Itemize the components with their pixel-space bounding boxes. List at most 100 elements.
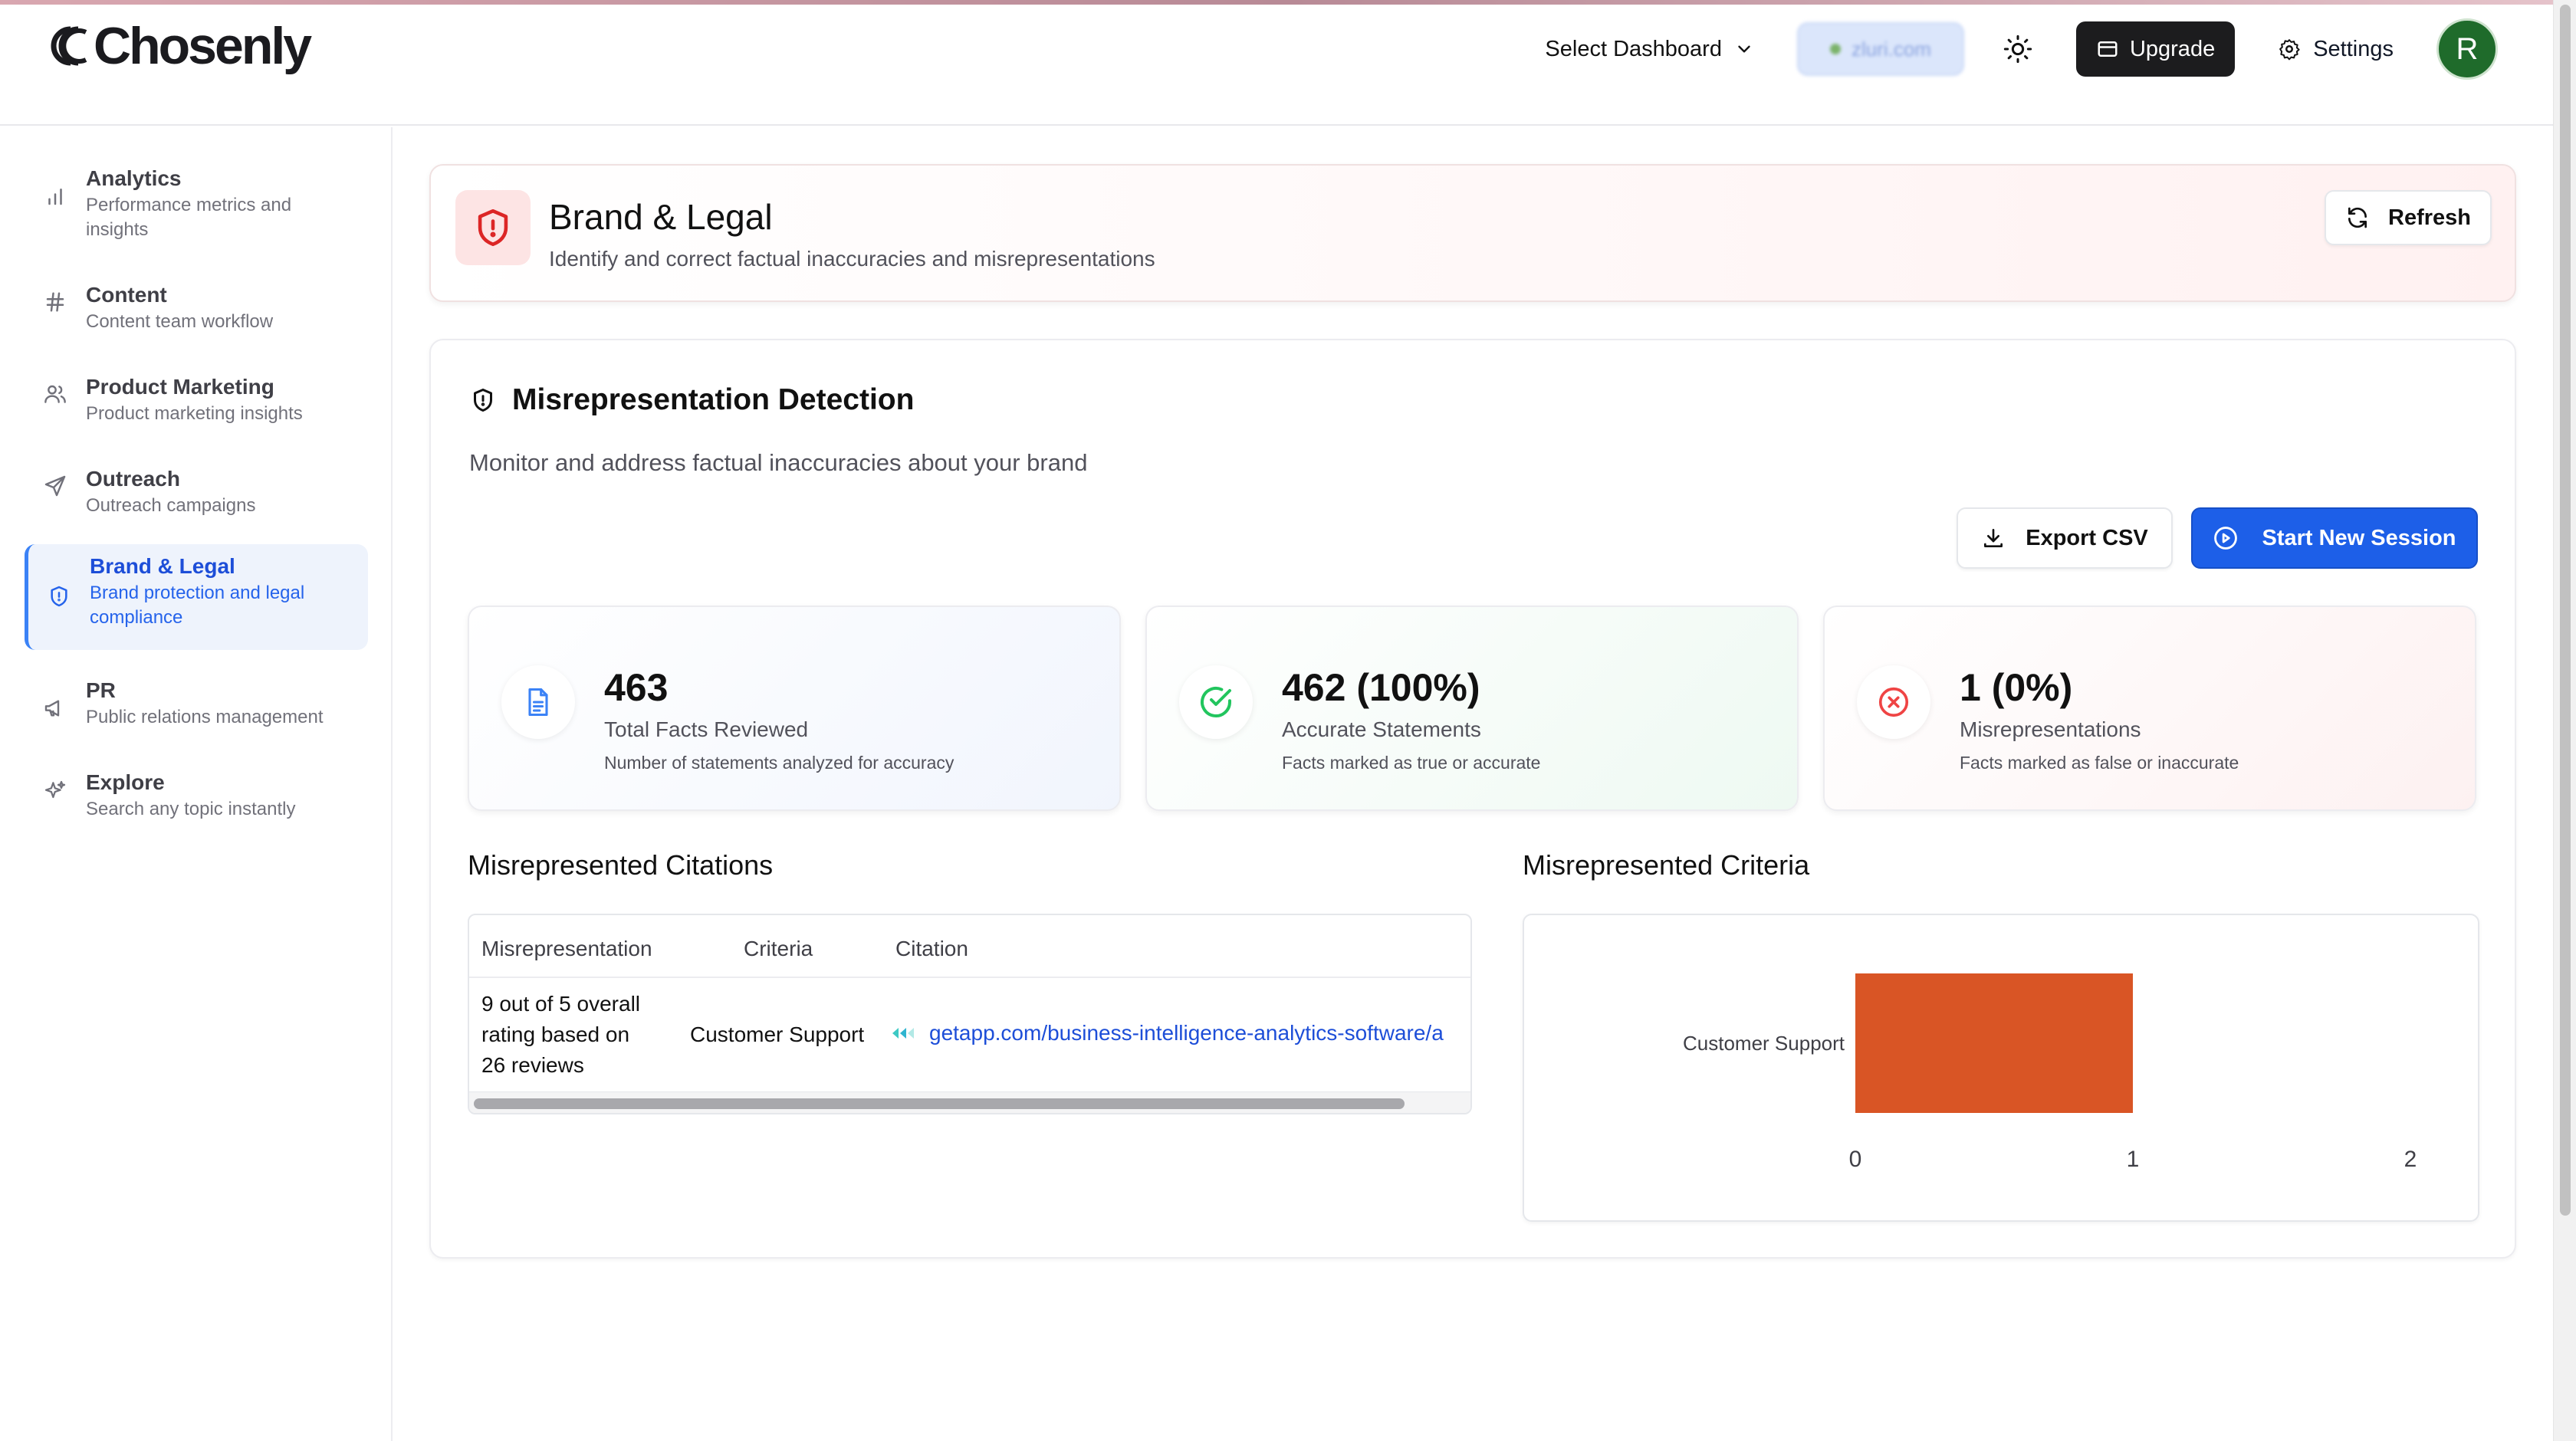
sidebar-item-title: Product Marketing xyxy=(86,375,274,399)
sidebar-item-analytics[interactable]: Analytics Performance metrics and insight… xyxy=(25,156,368,250)
upgrade-button[interactable]: Upgrade xyxy=(2075,21,2236,77)
refresh-label: Refresh xyxy=(2388,205,2471,230)
stat-description: Number of statements analyzed for accura… xyxy=(604,753,955,773)
stat-card-accurate: 462 (100%) Accurate Statements Facts mar… xyxy=(1145,606,1799,811)
criteria-chart: Customer Support 0 1 2 xyxy=(1523,914,2479,1222)
cell-line: 9 out of 5 overall xyxy=(481,992,641,1016)
megaphone-icon xyxy=(40,693,71,724)
refresh-button[interactable]: Refresh xyxy=(2325,190,2492,245)
sidebar-item-title: Outreach xyxy=(86,467,180,491)
app-header: Chosenly Select Dashboard zluri.com Upgr… xyxy=(0,5,2553,126)
shield-icon xyxy=(474,389,492,412)
stat-card-misrepresentations: 1 (0%) Misrepresentations Facts marked a… xyxy=(1823,606,2476,811)
horizontal-scrollbar[interactable] xyxy=(469,1091,1470,1113)
stat-value: 463 xyxy=(604,666,669,709)
chart-bar[interactable] xyxy=(1855,973,2133,1113)
stat-label: Accurate Statements xyxy=(1282,717,1481,741)
play-circle-icon xyxy=(2214,527,2238,550)
upgrade-label: Upgrade xyxy=(2129,36,2216,61)
x-circle-icon xyxy=(1857,665,1930,739)
chart-tick-label: 0 xyxy=(1849,1147,1862,1172)
sidebar-item-subtitle: Content team workflow xyxy=(86,311,274,332)
start-new-session-button[interactable]: Start New Session xyxy=(2191,507,2478,569)
sidebar-item-title: Explore xyxy=(86,770,165,794)
page-subtitle: Identify and correct factual inaccuracie… xyxy=(549,247,1155,271)
getapp-favicon-icon xyxy=(892,1028,914,1039)
misrepresentation-detection-card: Misrepresentation Detection Monitor and … xyxy=(429,339,2516,1259)
criteria-chart-svg: Customer Support 0 1 2 xyxy=(1683,973,2417,1172)
sidebar-item-subtitle: Brand protection and legal compliance xyxy=(90,583,305,628)
sidebar-item-product-marketing[interactable]: Product Marketing Product marketing insig… xyxy=(25,365,368,434)
export-csv-button[interactable]: Export CSV xyxy=(1957,507,2173,569)
sidebar-item-title: Brand & Legal xyxy=(90,554,235,578)
stat-label: Total Facts Reviewed xyxy=(604,717,809,741)
send-icon xyxy=(40,471,71,501)
stat-description: Facts marked as false or inaccurate xyxy=(1960,753,2239,773)
settings-button[interactable]: Settings xyxy=(2278,37,2394,62)
logo-text: Chosenly xyxy=(94,17,312,75)
sidebar: Analytics Performance metrics and insight… xyxy=(0,127,393,1441)
header-actions: Select Dashboard zluri.com Upgrade Setti… xyxy=(1545,17,2498,81)
check-circle-icon xyxy=(1179,665,1253,739)
stat-label: Misrepresentations xyxy=(1960,717,2141,741)
sparkles-icon xyxy=(40,776,71,806)
sidebar-item-subtitle: Public relations management xyxy=(86,707,324,727)
criteria-cell: Customer Support xyxy=(690,1022,865,1046)
cell-line: rating based on xyxy=(481,1022,630,1046)
column-header-misrepresentation[interactable]: Misrepresentation xyxy=(481,937,652,961)
stat-card-total-facts: 463 Total Facts Reviewed Number of state… xyxy=(468,606,1121,811)
bar-chart-icon xyxy=(40,181,71,212)
sidebar-item-subtitle: Search any topic instantly xyxy=(86,799,296,819)
chevron-down-icon xyxy=(1738,45,1750,53)
section-subtitle: Monitor and address factual inaccuracies… xyxy=(469,449,1088,476)
app-logo[interactable]: Chosenly xyxy=(48,15,312,77)
download-icon xyxy=(1984,529,2003,547)
select-dashboard-dropdown[interactable]: Select Dashboard xyxy=(1545,37,1754,62)
settings-label: Settings xyxy=(2313,36,2394,61)
stat-description: Facts marked as true or accurate xyxy=(1282,753,1541,773)
page-title: Brand & Legal xyxy=(549,197,773,237)
citation-url: getapp.com/business-intelligence-analyti… xyxy=(929,1021,1444,1045)
citations-title: Misrepresented Citations xyxy=(468,849,774,881)
domain-favicon-icon xyxy=(1829,44,1841,54)
sidebar-item-subtitle: Product marketing insights xyxy=(86,403,303,424)
column-header-criteria[interactable]: Criteria xyxy=(744,937,813,961)
sidebar-item-content[interactable]: Content Content team workflow xyxy=(25,273,368,342)
citations-table: Misrepresentation Criteria Citation 9 ou… xyxy=(468,914,1472,1114)
scrollbar-thumb[interactable] xyxy=(474,1098,1405,1109)
section-title: Misrepresentation Detection xyxy=(469,383,914,417)
scrollbar-thumb[interactable] xyxy=(2560,5,2571,1216)
sidebar-item-outreach[interactable]: Outreach Outreach campaigns xyxy=(25,457,368,526)
hash-icon xyxy=(40,287,71,317)
sidebar-item-explore[interactable]: Explore Search any topic instantly xyxy=(25,760,368,829)
misrepresentation-cell: 9 out of 5 overall rating based on 26 re… xyxy=(481,989,640,1081)
select-dashboard-label: Select Dashboard xyxy=(1545,36,1722,61)
document-icon xyxy=(501,665,575,739)
column-header-citation[interactable]: Citation xyxy=(895,937,968,961)
user-avatar[interactable]: R xyxy=(2436,18,2498,80)
domain-label: zluri.com xyxy=(1851,37,1931,61)
export-csv-label: Export CSV xyxy=(2026,525,2148,550)
shield-icon xyxy=(44,581,74,612)
citation-link[interactable]: getapp.com/business-intelligence-analyti… xyxy=(891,1021,1444,1045)
start-new-session-label: Start New Session xyxy=(2262,525,2456,550)
page-header-card: Brand & Legal Identify and correct factu… xyxy=(429,164,2516,302)
credit-card-icon xyxy=(2098,41,2118,57)
sidebar-item-title: Analytics xyxy=(86,166,182,190)
chart-category-label: Customer Support xyxy=(1683,1032,1845,1055)
theme-toggle-sun-icon[interactable] xyxy=(2003,34,2033,64)
stat-value: 462 (100%) xyxy=(1282,666,1480,709)
sidebar-item-brand-legal[interactable]: Brand & Legal Brand protection and legal … xyxy=(25,544,368,650)
cell-line: 26 reviews xyxy=(481,1053,584,1077)
sidebar-item-subtitle: Performance metrics and insights xyxy=(86,195,292,240)
sidebar-item-pr[interactable]: PR Public relations management xyxy=(25,668,368,737)
header-divider xyxy=(469,977,1470,978)
stat-value: 1 (0%) xyxy=(1960,666,2073,709)
refresh-icon xyxy=(2348,207,2367,228)
sidebar-item-title: PR xyxy=(86,678,116,702)
vertical-scrollbar[interactable] xyxy=(2553,0,2576,1441)
sidebar-item-subtitle: Outreach campaigns xyxy=(86,495,256,516)
chart-tick-label: 2 xyxy=(2404,1147,2417,1172)
logo-mark-icon xyxy=(48,25,90,67)
domain-selector[interactable]: zluri.com xyxy=(1796,22,1964,76)
